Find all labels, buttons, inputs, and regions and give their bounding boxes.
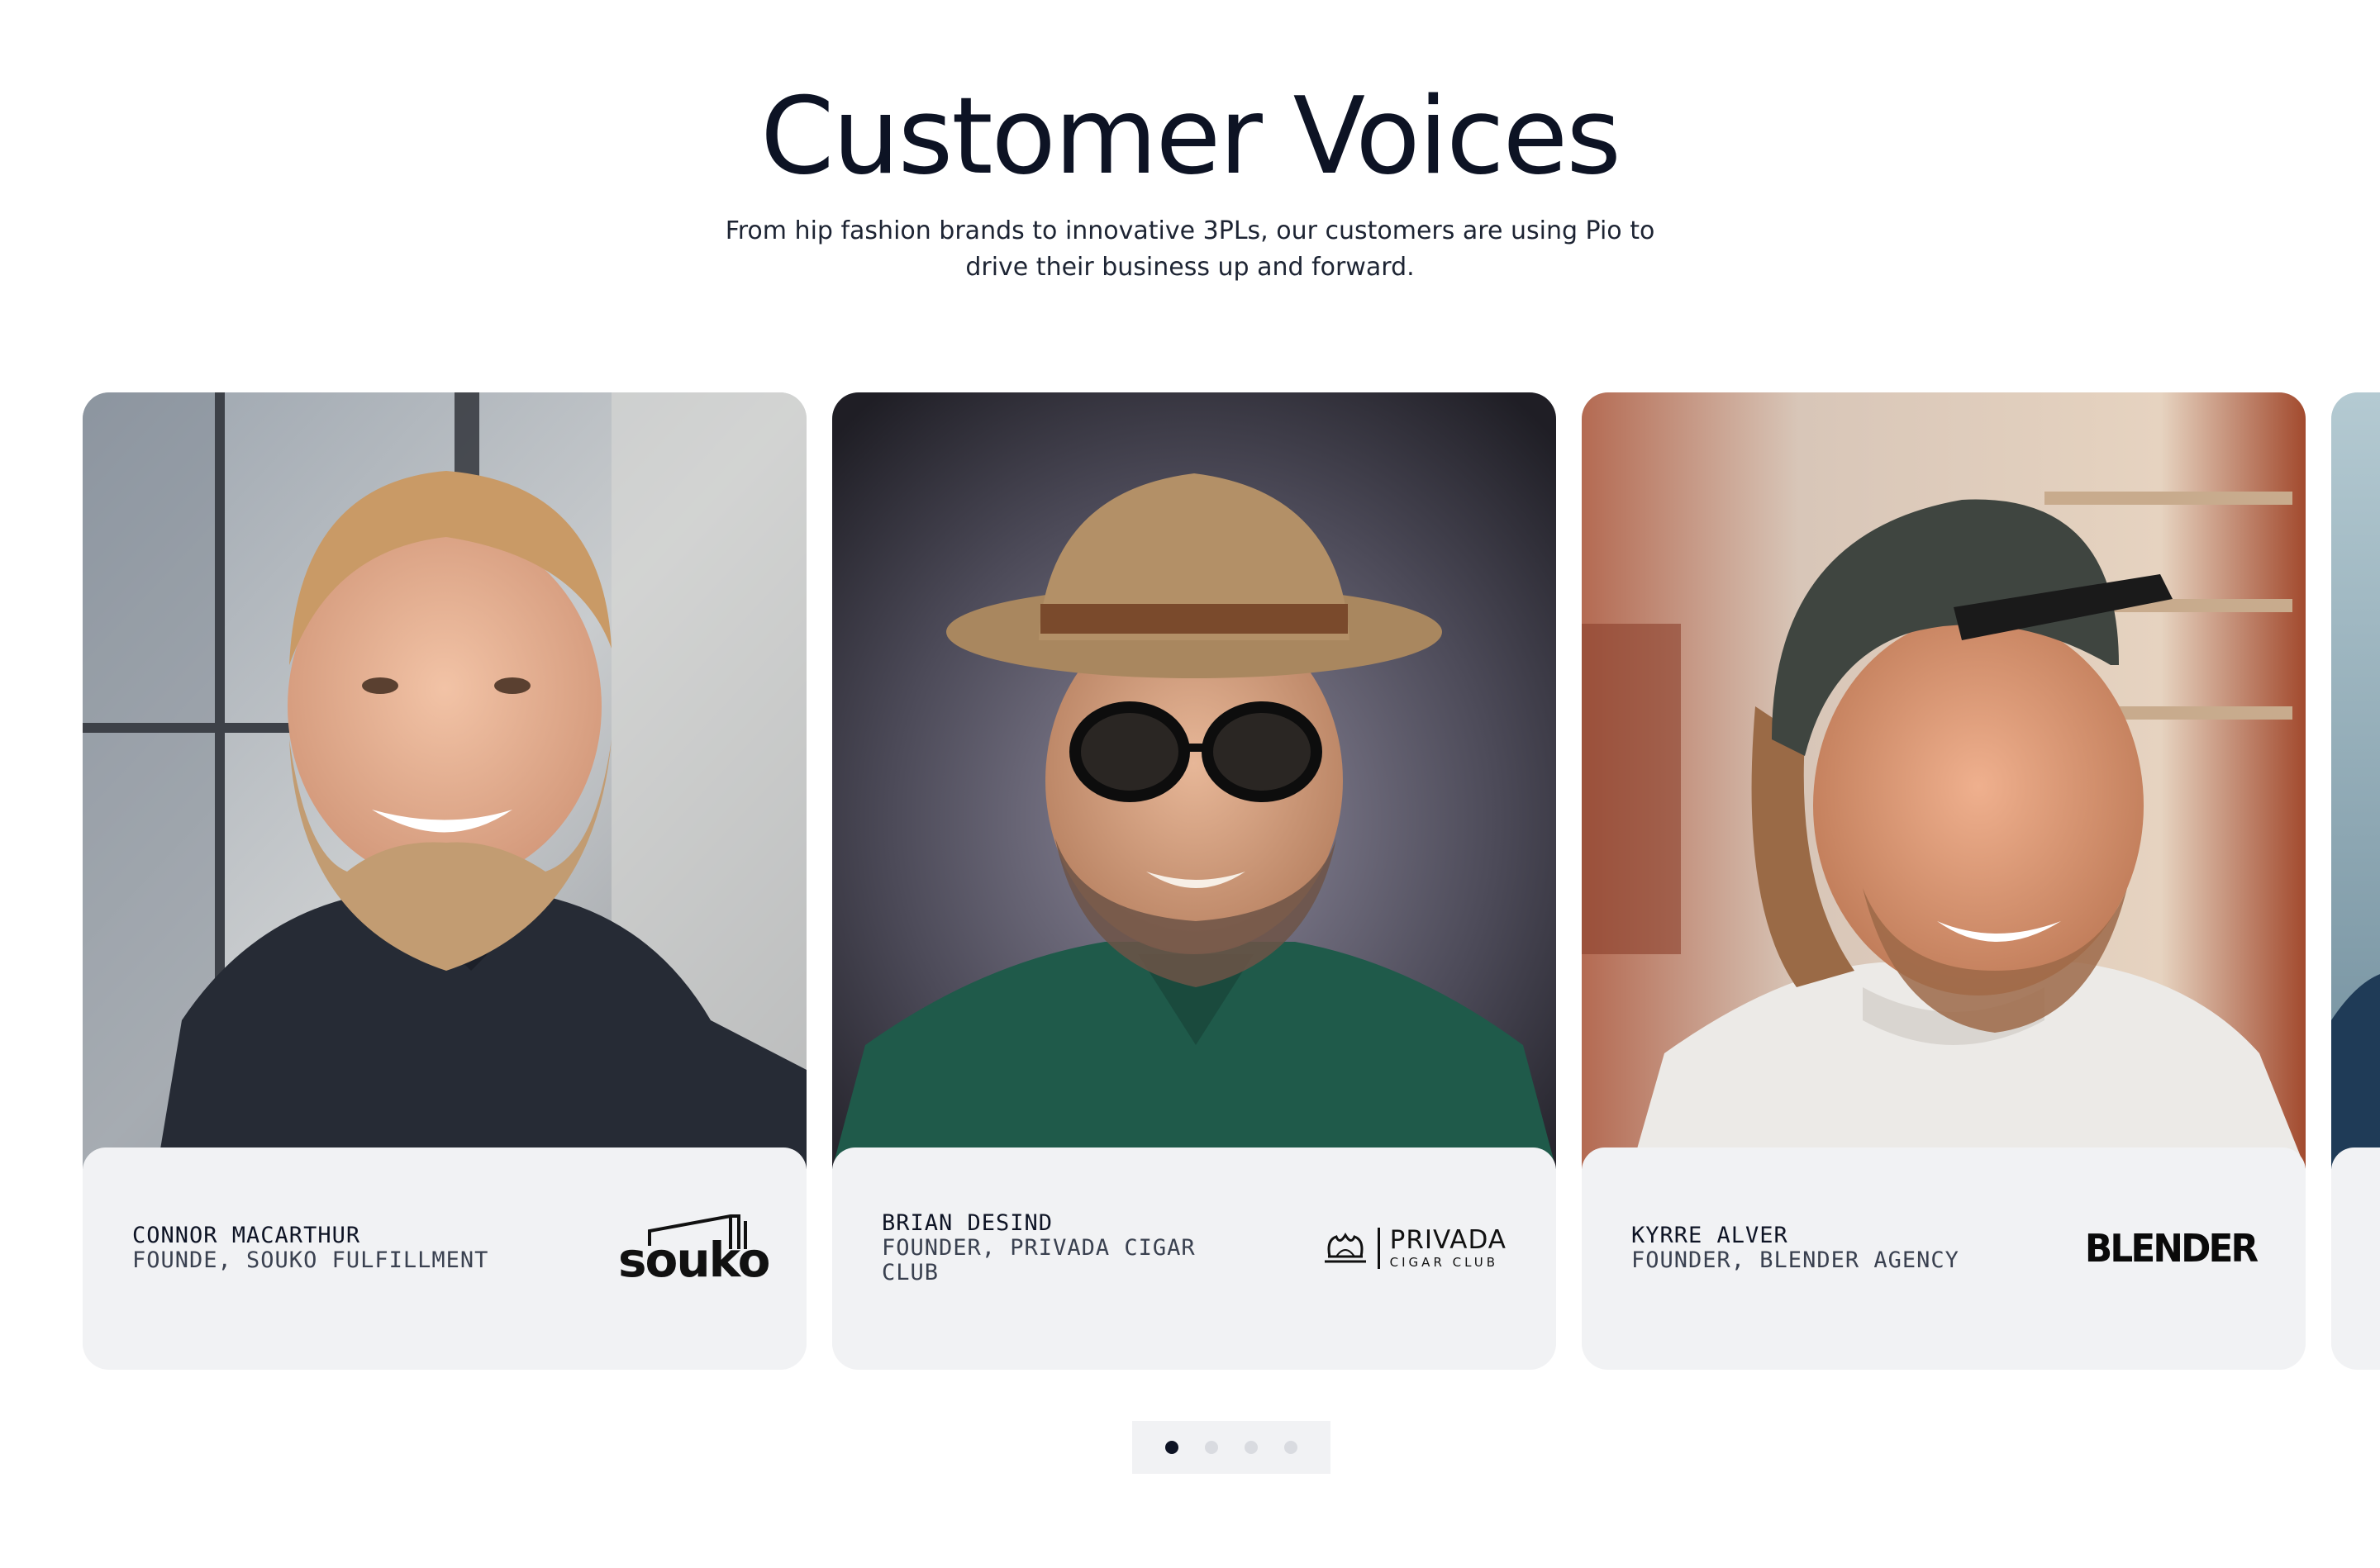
testimonial-card[interactable]: CONNOR MACARTHUR FOUNDE, SOUKO FULFILLME…	[83, 392, 807, 1370]
pagination-dot[interactable]	[1245, 1441, 1258, 1454]
privada-crest-icon	[1324, 1232, 1366, 1262]
person-info: KYRRE ALVER FOUNDER, BLENDER AGENCY	[1631, 1147, 2061, 1348]
portrait-image	[83, 392, 807, 1169]
carousel-pagination	[1132, 1421, 1330, 1474]
section-subtitle: From hip fashion brands to innovative 3P…	[725, 216, 1655, 282]
testimonial-photo[interactable]	[832, 392, 1556, 1169]
testimonial-photo[interactable]	[83, 392, 807, 1169]
privada-logo: PRIVADA CIGAR CLUB	[1321, 1147, 1507, 1348]
testimonial-caption: BRIAN DESIND FOUNDER, PRIVADA CIGAR CLUB…	[832, 1147, 1556, 1348]
section-title: Customer Voices	[760, 75, 1621, 198]
portrait-image	[2331, 392, 2380, 1169]
pagination-dot[interactable]	[1284, 1441, 1297, 1454]
person-info: CONNOR MACARTHUR FOUNDE, SOUKO FULFILLME…	[132, 1147, 562, 1348]
testimonial-card[interactable]	[2331, 392, 2380, 1370]
person-role: FOUNDER, PRIVADA CIGAR CLUB	[882, 1234, 1196, 1285]
testimonial-caption: CONNOR MACARTHUR FOUNDE, SOUKO FULFILLME…	[83, 1147, 807, 1348]
portrait-image	[832, 392, 1556, 1169]
testimonial-carousel[interactable]: CONNOR MACARTHUR FOUNDE, SOUKO FULFILLME…	[0, 392, 2380, 1370]
testimonial-card[interactable]: BRIAN DESIND FOUNDER, PRIVADA CIGAR CLUB…	[832, 392, 1556, 1370]
person-info: BRIAN DESIND FOUNDER, PRIVADA CIGAR CLUB	[882, 1147, 1229, 1348]
souko-logo: souko	[618, 1147, 771, 1348]
portrait-image	[1582, 392, 2306, 1169]
blender-logo: BLENDER	[2084, 1225, 2259, 1271]
pagination-dot[interactable]	[1205, 1441, 1218, 1454]
testimonial-card[interactable]: KYRRE ALVER FOUNDER, BLENDER AGENCY BLEN…	[1582, 392, 2306, 1370]
person-name: KYRRE ALVER	[1631, 1222, 1788, 1248]
testimonial-caption: KYRRE ALVER FOUNDER, BLENDER AGENCY BLEN…	[1582, 1147, 2306, 1348]
person-role: FOUNDE, SOUKO FULFILLMENT	[132, 1247, 489, 1273]
person-name: BRIAN DESIND	[882, 1209, 1054, 1236]
person-name: CONNOR MACARTHUR	[132, 1222, 361, 1248]
testimonial-photo[interactable]	[1582, 392, 2306, 1169]
pagination-dot[interactable]	[1165, 1441, 1178, 1454]
person-role: FOUNDER, BLENDER AGENCY	[1631, 1247, 1959, 1273]
testimonial-photo[interactable]	[2331, 392, 2380, 1169]
testimonial-caption	[2331, 1147, 2380, 1348]
